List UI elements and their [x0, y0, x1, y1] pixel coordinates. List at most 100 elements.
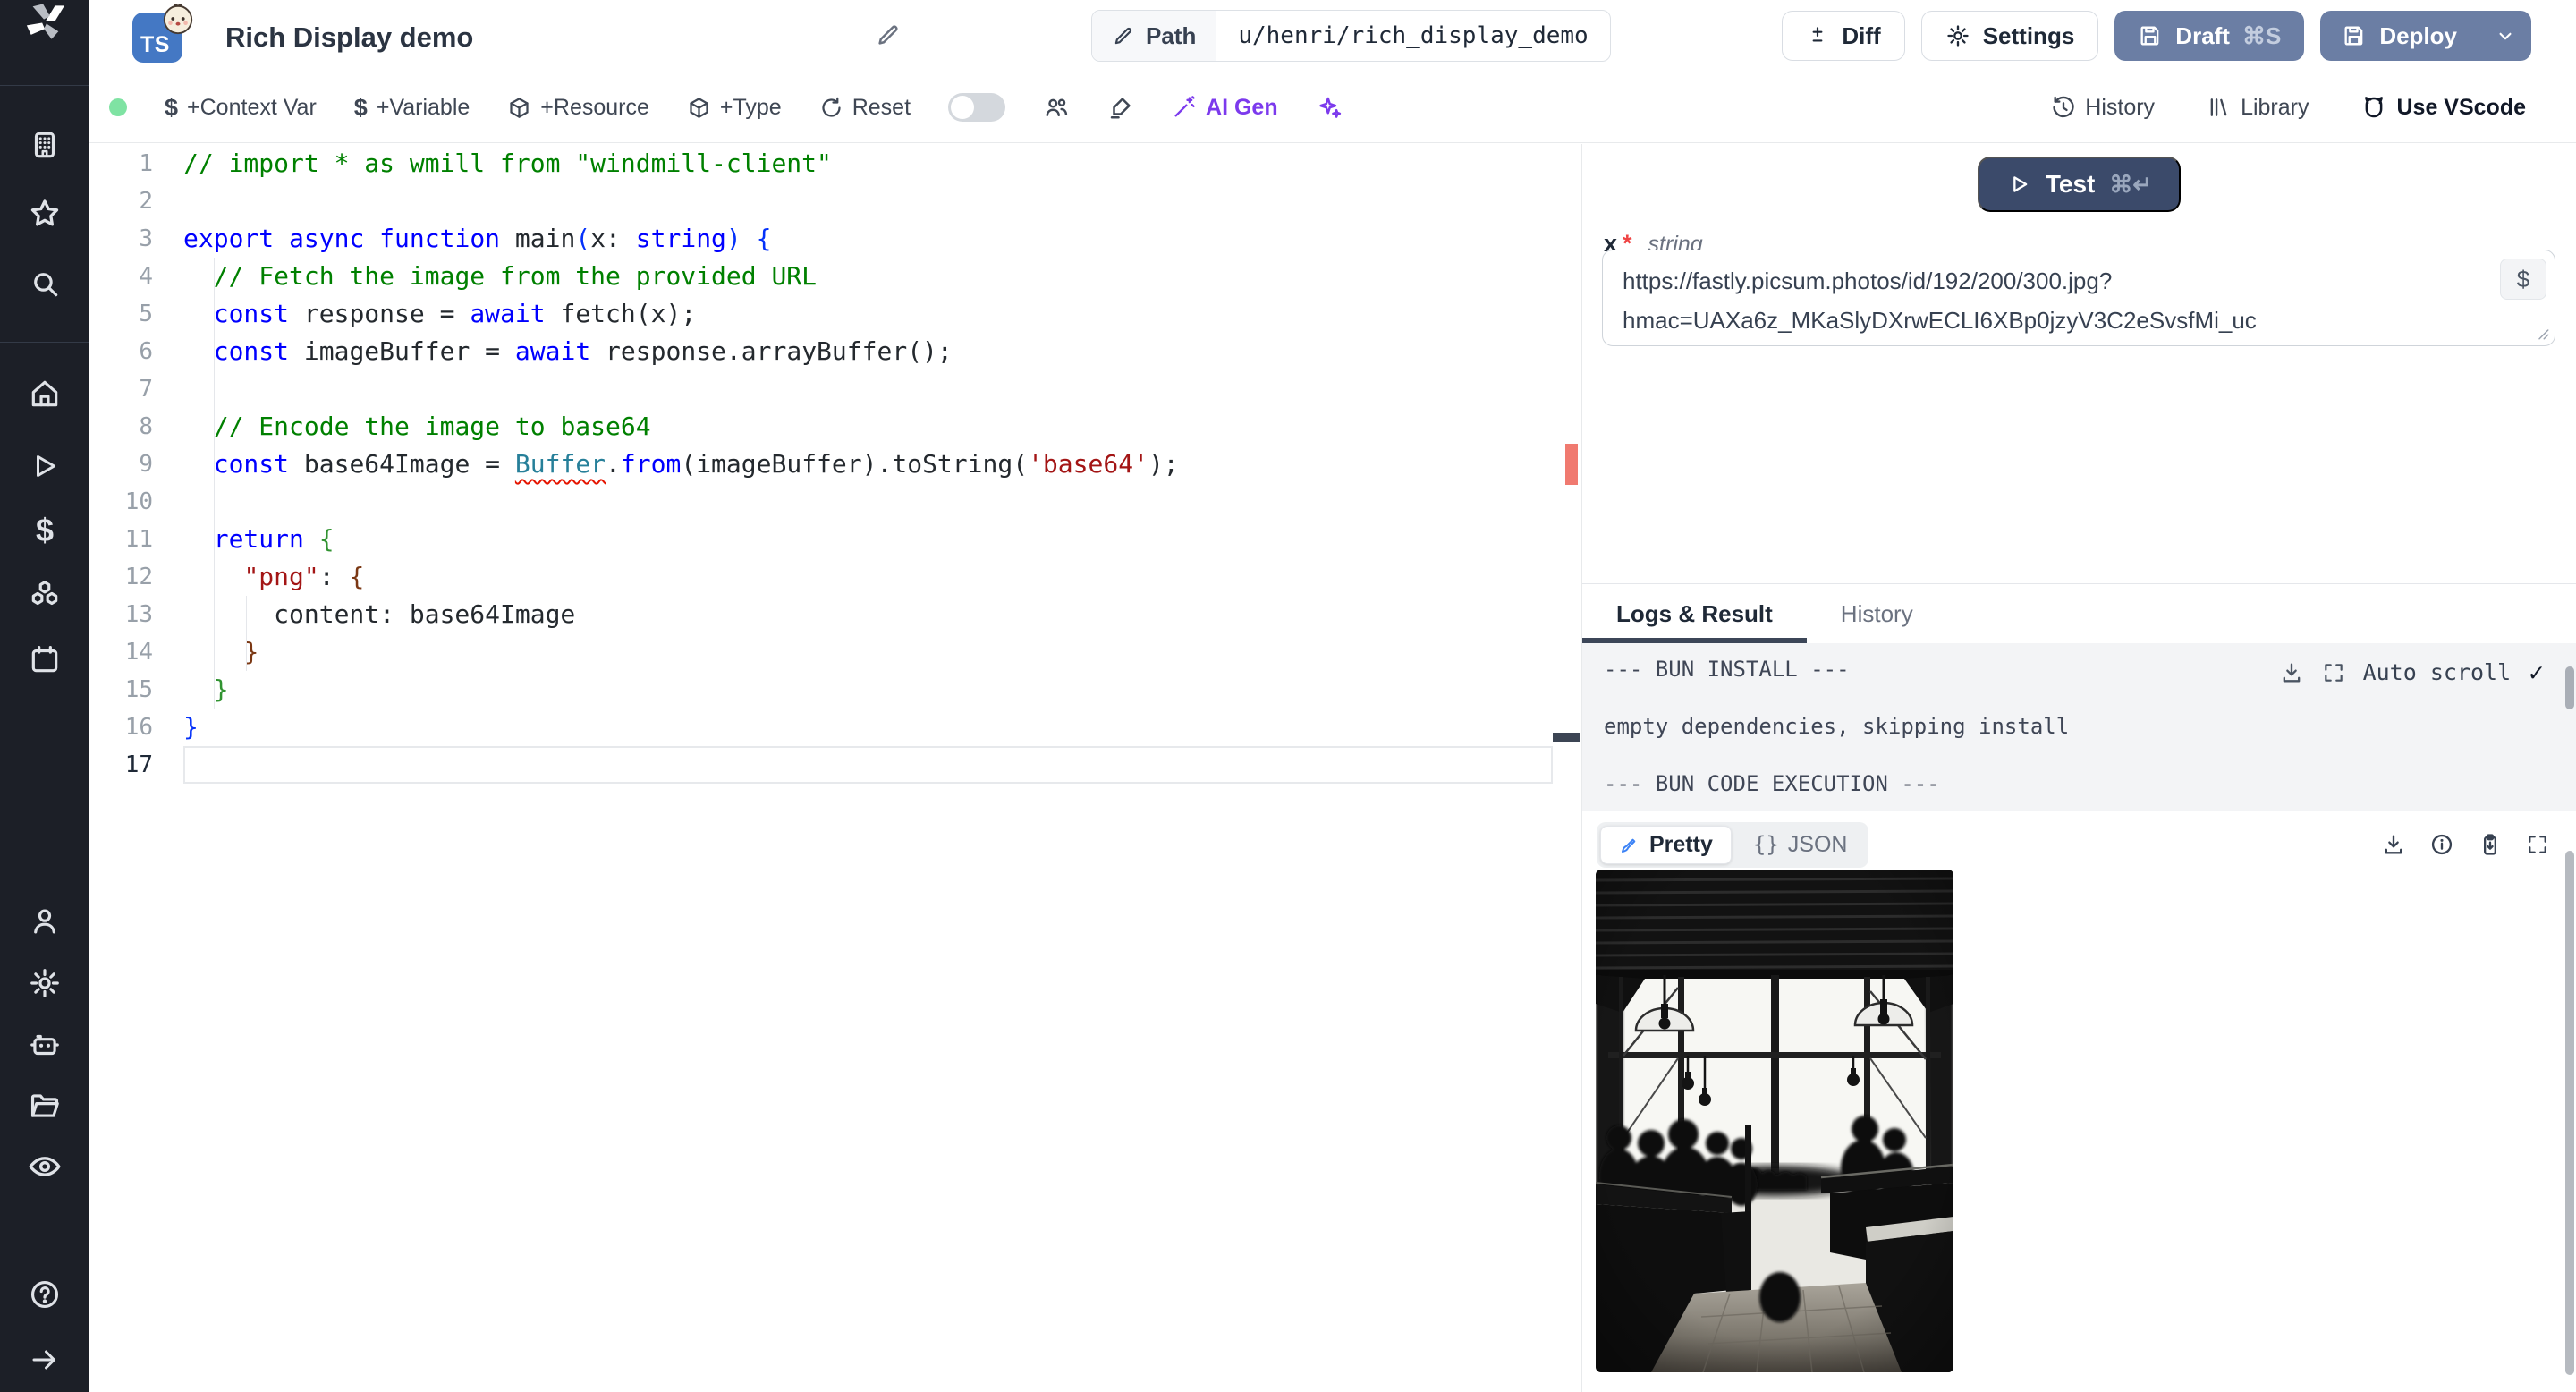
code-line[interactable]: const response = await fetch(x);	[183, 295, 1553, 333]
code-line-row[interactable]: 6 const imageBuffer = await response.arr…	[89, 333, 1553, 370]
code-line[interactable]: }	[183, 709, 1553, 746]
test-button[interactable]: Test ⌘↵	[1977, 157, 2182, 212]
resize-grip-icon[interactable]	[2534, 325, 2550, 341]
workspace-icon[interactable]	[28, 128, 62, 162]
code-line[interactable]: return {	[183, 521, 1553, 558]
edit-summary-pencil-icon[interactable]	[875, 21, 902, 48]
copy-clipboard-icon[interactable]	[2478, 832, 2503, 857]
reset-button[interactable]: Reset	[819, 95, 911, 121]
code-line-row[interactable]: 13 content: base64Image	[89, 596, 1553, 633]
pencil-icon	[1114, 27, 1132, 45]
code-line-row[interactable]: 9 const base64Image = Buffer.from(imageB…	[89, 446, 1553, 483]
add-resource-button[interactable]: +Resource	[507, 95, 649, 121]
resources-cubes-icon[interactable]	[28, 578, 62, 612]
deploy-dropdown-button[interactable]	[2479, 11, 2531, 61]
code-line-row[interactable]: 5 const response = await fetch(x);	[89, 295, 1553, 333]
users-person-icon[interactable]	[28, 904, 62, 938]
expand-logs-icon[interactable]	[2322, 661, 2345, 684]
tab-history[interactable]: History	[1807, 584, 1947, 643]
folders-icon[interactable]	[28, 1089, 62, 1123]
code-line[interactable]: "png": {	[183, 558, 1553, 596]
search-icon[interactable]	[28, 267, 62, 301]
cafe-photo	[1596, 870, 1953, 1372]
auto-scroll-checkmark[interactable]: ✓	[2529, 658, 2544, 687]
argument-input[interactable]: https://fastly.picsum.photos/id/192/200/…	[1602, 250, 2555, 346]
history-button[interactable]: History	[2051, 95, 2155, 121]
code-line[interactable]	[183, 182, 1553, 220]
multiplayer-users-icon[interactable]	[1043, 94, 1070, 121]
code-line-row[interactable]: 12 "png": {	[89, 558, 1553, 596]
line-number: 14	[124, 639, 153, 666]
code-line[interactable]	[183, 746, 1553, 784]
code-line-row[interactable]: 10	[89, 483, 1553, 521]
download-result-icon[interactable]	[2381, 832, 2406, 857]
add-context-var-button[interactable]: $ +Context Var	[165, 94, 317, 122]
code-line[interactable]: }	[183, 671, 1553, 709]
settings-button[interactable]: Settings	[1920, 11, 2099, 61]
use-vscode-button[interactable]: Use VScode	[2360, 94, 2526, 121]
pretty-tab[interactable]: Pretty	[1600, 825, 1732, 864]
code-line[interactable]: // Fetch the image from the provided URL	[183, 258, 1553, 295]
log-scrollbar[interactable]	[2565, 666, 2574, 709]
code-line-row[interactable]: 3 export async function main(x: string) {	[89, 220, 1553, 258]
expand-sidebar-arrow-icon[interactable]	[29, 1344, 61, 1376]
insert-variable-button[interactable]: $	[2500, 259, 2546, 300]
code-line-row[interactable]: 8 // Encode the image to base64	[89, 408, 1553, 446]
expand-result-icon[interactable]	[2526, 833, 2549, 856]
code-line-row[interactable]: 4 // Fetch the image from the provided U…	[89, 258, 1553, 295]
code-line-row[interactable]: 14 }	[89, 633, 1553, 671]
ai-gen-button[interactable]: AI Gen	[1172, 95, 1278, 121]
json-tab[interactable]: {} JSON	[1735, 827, 1866, 863]
tab-history-label: History	[1840, 599, 1913, 627]
workers-robot-icon[interactable]	[28, 1028, 62, 1062]
code-line-row[interactable]: 16}	[89, 709, 1553, 746]
code-line[interactable]: // import * as wmill from "windmill-clie…	[183, 145, 1553, 182]
code-line[interactable]: export async function main(x: string) {	[183, 220, 1553, 258]
code-line[interactable]: const imageBuffer = await response.array…	[183, 333, 1553, 370]
code-line-row[interactable]: 1 // import * as wmill from "windmill-cli…	[89, 145, 1553, 182]
vscode-cat-icon	[2365, 97, 2384, 118]
variables-dollar-icon[interactable]: $	[36, 512, 54, 549]
code-line[interactable]	[183, 483, 1553, 521]
schedules-calendar-icon[interactable]	[28, 642, 62, 676]
code-line[interactable]: content: base64Image	[183, 596, 1553, 633]
code-line-row[interactable]: 17	[89, 746, 1553, 784]
download-logs-icon[interactable]	[2279, 660, 2304, 685]
code-line-row[interactable]: 15 }	[89, 671, 1553, 709]
code-line[interactable]: const base64Image = Buffer.from(imageBuf…	[183, 446, 1553, 483]
add-type-button[interactable]: +Type	[687, 95, 782, 121]
draft-button[interactable]: Draft ⌘S	[2114, 11, 2305, 61]
home-icon[interactable]	[28, 377, 62, 411]
add-variable-button[interactable]: $ +Variable	[354, 94, 470, 122]
code-line[interactable]: // Encode the image to base64	[183, 408, 1553, 446]
tab-logs-result[interactable]: Logs & Result	[1582, 584, 1807, 643]
deploy-button[interactable]: Deploy	[2320, 11, 2479, 61]
info-icon[interactable]	[2429, 832, 2454, 857]
result-image[interactable]	[1596, 870, 1953, 1372]
path-label-segment[interactable]: Path	[1092, 11, 1217, 61]
code-line[interactable]	[183, 370, 1553, 408]
code-line-row[interactable]: 11 return {	[89, 521, 1553, 558]
auto-scroll-label[interactable]: Auto scroll	[2363, 659, 2512, 685]
panel-scrollbar[interactable]	[2565, 851, 2574, 1375]
use-vscode-label: Use VScode	[2396, 94, 2526, 120]
format-brush-icon[interactable]	[1107, 94, 1134, 121]
code-line-row[interactable]: 7	[89, 370, 1553, 408]
audit-eye-icon[interactable]	[27, 1149, 63, 1184]
favorites-star-icon[interactable]	[27, 196, 63, 232]
runs-play-icon[interactable]	[29, 450, 61, 482]
code-editor[interactable]: 1 // import * as wmill from "windmill-cli…	[89, 143, 1581, 1392]
path-chip[interactable]: Path u/henri/rich_display_demo	[1091, 10, 1611, 62]
code-line[interactable]: }	[183, 633, 1553, 671]
preview-panel: Test ⌘↵ x * string https://fastly.picsum…	[1581, 144, 2576, 1392]
help-icon[interactable]	[28, 1277, 62, 1311]
windmill-logo-icon[interactable]	[24, 3, 65, 48]
sparkles-icon[interactable]	[1316, 94, 1343, 121]
settings-gear-icon[interactable]	[28, 966, 62, 1000]
code-line-row[interactable]: 2	[89, 182, 1553, 220]
multiplayer-toggle[interactable]	[948, 93, 1006, 122]
log-area[interactable]: --- BUN INSTALL --- empty dependencies, s…	[1582, 643, 2576, 811]
line-number: 3	[139, 225, 153, 252]
library-button[interactable]: Library	[2207, 95, 2309, 121]
diff-button[interactable]: Diff	[1782, 11, 1905, 61]
